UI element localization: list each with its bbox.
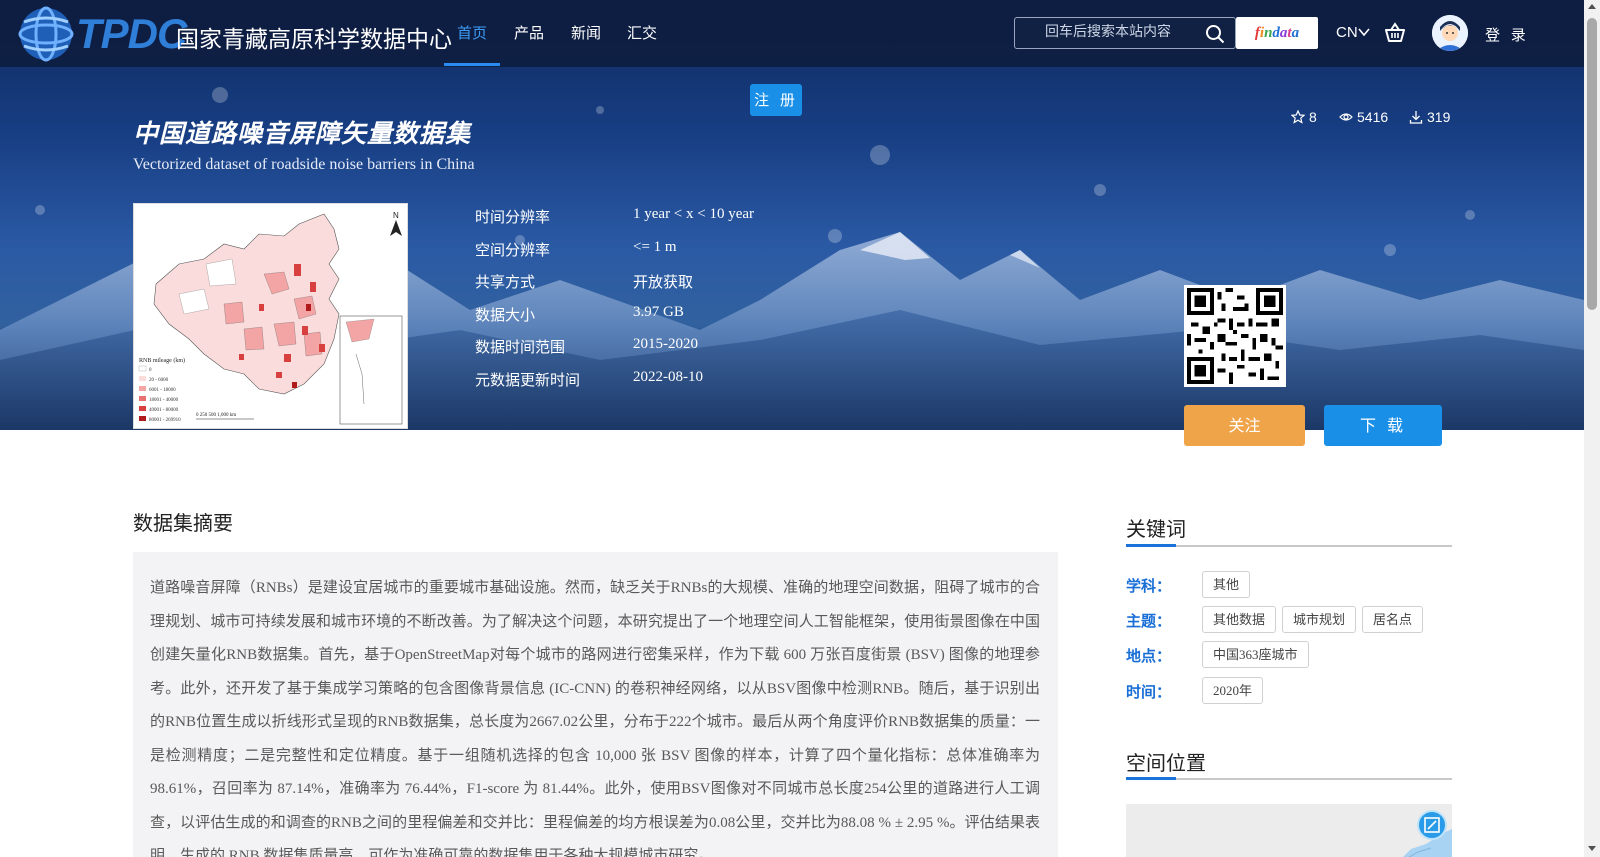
logo-site-name: 国家青藏高原科学数据中心 xyxy=(176,27,452,53)
map-coastline xyxy=(1403,829,1452,857)
avatar[interactable] xyxy=(1432,15,1468,51)
star-count[interactable]: 8 xyxy=(1291,109,1317,125)
legend-item-1: 0 xyxy=(149,368,152,373)
legend-item-6: 80001 - 269910 xyxy=(149,418,181,423)
legend-item-3: 6001 - 18000 xyxy=(149,388,176,393)
fullscreen-icon xyxy=(1424,817,1440,833)
qr-code xyxy=(1184,285,1286,387)
china-rnb-map-image: N RNB mileage (km) 0 20 - 6000 6001 - 18… xyxy=(138,211,403,425)
logo-abbreviation: TPDC xyxy=(76,10,187,57)
keyword-tag[interactable]: 其他 xyxy=(1202,571,1251,598)
qr-code-icon xyxy=(1187,288,1283,384)
view-count: 5416 xyxy=(1339,109,1388,125)
download-button[interactable]: 下 载 xyxy=(1324,405,1442,446)
keywords-divider-accent xyxy=(1126,544,1176,547)
legend-item-5: 40001 - 80000 xyxy=(149,408,179,413)
top-navigation-bar: TPDC 国家青藏高原科学数据中心 首页 产品 新闻 汇交 findata CN xyxy=(0,0,1584,67)
meta-sharing-value: 开放获取 xyxy=(633,275,694,291)
meta-spatial-resolution-label: 空间分辨率 xyxy=(475,241,551,259)
download-count: 319 xyxy=(1409,109,1450,125)
keyword-tag[interactable]: 居名点 xyxy=(1362,606,1424,633)
scroll-down-arrow[interactable] xyxy=(1588,846,1596,851)
download-icon xyxy=(1409,111,1423,124)
spatial-map[interactable] xyxy=(1126,804,1452,857)
meta-spatial-resolution-value: <= 1 m xyxy=(633,239,677,255)
login-link[interactable]: 登 录 xyxy=(1485,24,1529,45)
chevron-down-icon[interactable] xyxy=(1358,26,1370,38)
findata-link[interactable]: findata xyxy=(1236,17,1318,49)
view-count-value: 5416 xyxy=(1357,109,1389,125)
site-logo[interactable]: TPDC 国家青藏高原科学数据中心 xyxy=(16,4,452,64)
dataset-title-en: Vectorized dataset of roadside noise bar… xyxy=(133,156,475,173)
register-button[interactable]: 注 册 xyxy=(750,84,802,116)
nav-news[interactable]: 新闻 xyxy=(571,22,601,43)
north-arrow-label: N xyxy=(393,211,399,220)
meta-updated-label: 元数据更新时间 xyxy=(475,371,581,389)
star-count-value: 8 xyxy=(1309,109,1317,125)
scroll-up-arrow[interactable] xyxy=(1588,4,1596,9)
spatial-divider-accent xyxy=(1126,777,1176,780)
site-search-box xyxy=(1014,17,1236,49)
legend-item-2: 20 - 6000 xyxy=(149,378,169,383)
search-input[interactable] xyxy=(1045,24,1195,40)
meta-time-range-value: 2015-2020 xyxy=(633,336,698,352)
meta-temporal-resolution-label: 时间分辨率 xyxy=(475,208,551,226)
abstract-text: 道路噪音屏障（RNBs）是建设宜居城市的重要城市基础设施。然而，缺乏关于RNBs… xyxy=(150,580,1040,857)
keyword-tag[interactable]: 中国363座城市 xyxy=(1202,641,1309,668)
follow-button[interactable]: 关注 xyxy=(1184,405,1305,446)
keyword-tag[interactable]: 城市规划 xyxy=(1282,606,1357,633)
spatial-heading: 空间位置 xyxy=(1126,751,1206,775)
language-switcher[interactable]: CN xyxy=(1336,24,1358,41)
meta-sharing-label: 共享方式 xyxy=(475,273,536,291)
star-icon xyxy=(1291,110,1305,124)
abstract-heading: 数据集摘要 xyxy=(133,511,233,535)
nav-products[interactable]: 产品 xyxy=(514,22,544,43)
globe-logo-icon xyxy=(18,6,74,62)
legend-item-4: 18001 - 40000 xyxy=(149,398,179,403)
dataset-detail-page: TPDC 国家青藏高原科学数据中心 首页 产品 新闻 汇交 findata CN xyxy=(0,0,1600,857)
meta-data-size-value: 3.97 GB xyxy=(633,304,684,320)
cart-icon[interactable] xyxy=(1384,22,1406,44)
keyword-label-discipline: 学科： xyxy=(1126,577,1172,595)
eye-icon xyxy=(1339,113,1353,121)
download-count-value: 319 xyxy=(1427,109,1451,125)
expand-map-icon[interactable] xyxy=(1417,810,1447,840)
keyword-tag[interactable]: 其他数据 xyxy=(1202,606,1277,633)
abstract-panel: 道路噪音屏障（RNBs）是建设宜居城市的重要城市基础设施。然而，缺乏关于RNBs… xyxy=(133,552,1058,857)
keywords-heading: 关键词 xyxy=(1126,517,1186,541)
dataset-thumbnail[interactable]: N RNB mileage (km) 0 20 - 6000 6001 - 18… xyxy=(133,203,408,429)
dataset-title-cn: 中国道路噪音屏障矢量数据集 xyxy=(133,119,472,148)
meta-updated-value: 2022-08-10 xyxy=(633,369,703,385)
meta-time-range-label: 数据时间范围 xyxy=(475,338,566,356)
nav-home[interactable]: 首页 xyxy=(457,22,487,43)
search-icon[interactable] xyxy=(1205,24,1225,44)
scale-bar-label: 0 250 500 1,000 km xyxy=(196,413,236,418)
user-avatar-icon xyxy=(1432,15,1468,51)
keyword-label-time: 时间： xyxy=(1126,683,1172,701)
nav-active-indicator xyxy=(444,63,500,66)
nav-submit[interactable]: 汇交 xyxy=(627,22,657,43)
meta-data-size-label: 数据大小 xyxy=(475,306,536,324)
meta-temporal-resolution-value: 1 year < x < 10 year xyxy=(633,206,755,222)
keyword-tag[interactable]: 2020年 xyxy=(1202,677,1264,704)
legend-title: RNB mileage (km) xyxy=(139,357,185,364)
keyword-label-theme: 主题： xyxy=(1126,612,1172,630)
keyword-label-location: 地点： xyxy=(1126,647,1172,665)
scrollbar-thumb[interactable] xyxy=(1587,18,1597,310)
